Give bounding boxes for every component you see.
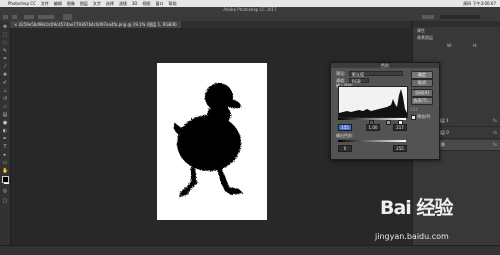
watermark-logo-text: Bai 经验 bbox=[380, 197, 453, 219]
marquee-tool-icon[interactable]: ⬚ bbox=[2, 33, 8, 38]
output-white-field[interactable]: 255 bbox=[393, 145, 407, 152]
eyedropper-group: ⁄⁄⁄ bbox=[411, 107, 433, 112]
ok-button[interactable]: 确定 bbox=[411, 71, 433, 79]
input-gamma-field[interactable]: 1.00 bbox=[366, 124, 380, 131]
document-tab[interactable]: × 4259e5bd98c0c09c4574ae779367b4c0d97ea4… bbox=[10, 21, 181, 28]
menu-item-file[interactable]: 文件 bbox=[41, 0, 49, 7]
baidu-jingyan-watermark-logo: Bai 经验 bbox=[380, 196, 470, 226]
quick-mask-icon[interactable]: ◎ bbox=[2, 189, 8, 194]
histogram bbox=[338, 86, 408, 118]
preview-label: 预览(P) bbox=[417, 114, 431, 119]
preset-label: 预设: bbox=[336, 71, 346, 76]
menu-item-image[interactable]: 图像 bbox=[67, 0, 75, 7]
auto-button[interactable]: 自动(A) bbox=[411, 89, 433, 97]
properties-h-label: H: bbox=[473, 43, 478, 48]
preview-checkbox[interactable] bbox=[411, 115, 416, 120]
document-canvas[interactable] bbox=[157, 63, 267, 220]
menu-item-help[interactable]: 帮助 bbox=[169, 0, 177, 7]
move-tool-icon[interactable]: ✥ bbox=[2, 25, 8, 30]
layer-fx-label: fx bbox=[493, 130, 497, 135]
histogram-graph bbox=[339, 89, 407, 117]
path-select-tool-icon[interactable]: ▸ bbox=[2, 153, 8, 158]
properties-w-label: W: bbox=[447, 43, 453, 48]
workspace-switcher[interactable] bbox=[422, 15, 434, 19]
workspace-dropdown[interactable] bbox=[440, 15, 480, 19]
brush-tool-icon[interactable]: ✐ bbox=[2, 81, 8, 86]
menubar-clock: 周四 下午3:00:07 bbox=[463, 1, 496, 6]
output-levels-label: 输出色阶: bbox=[336, 133, 354, 138]
cancel-button[interactable]: 取消 bbox=[411, 79, 433, 87]
input-black-field[interactable]: 155 bbox=[338, 124, 352, 131]
menu-item-edit[interactable]: 编辑 bbox=[54, 0, 62, 7]
crop-tool-icon[interactable]: ⌗ bbox=[2, 57, 8, 62]
input-white-field[interactable]: 217 bbox=[393, 124, 407, 131]
menu-item-app[interactable]: Photoshop CC bbox=[8, 0, 36, 7]
layer-fx-label: fx bbox=[493, 142, 497, 147]
watermark-url: jingyan.baidu.com bbox=[375, 232, 449, 241]
hand-tool-icon[interactable]: ✋ bbox=[2, 169, 8, 174]
option-button[interactable] bbox=[63, 14, 72, 20]
lasso-tool-icon[interactable]: ◌ bbox=[2, 41, 8, 46]
gradient-tool-icon[interactable]: ▤ bbox=[2, 113, 8, 118]
option-dropdown[interactable] bbox=[24, 15, 34, 19]
menu-item-select[interactable]: 选择 bbox=[106, 0, 114, 7]
menu-item-type[interactable]: 文字 bbox=[93, 0, 101, 7]
output-gradient-bar bbox=[338, 140, 406, 142]
menu-bar: Photoshop CC 文件 编辑 图像 图层 文字 选择 滤镜 3D 视图 … bbox=[0, 0, 500, 7]
type-tool-icon[interactable]: T bbox=[2, 145, 8, 150]
document-tab-label: 4259e5bd98c0c09c4574ae779367b4c0d97ea4fa… bbox=[18, 22, 177, 27]
levels-dialog: 色阶 预设: 默认值 通道: RGB 输入色阶: 155 1.00 217 输出… bbox=[330, 62, 440, 160]
shape-tool-icon[interactable]: ▭ bbox=[2, 161, 8, 166]
quick-select-tool-icon[interactable]: ✎ bbox=[2, 49, 8, 54]
options-button[interactable]: 选项(T)... bbox=[411, 97, 433, 105]
preset-select[interactable]: 默认值 bbox=[349, 71, 403, 77]
layer-fx-label: fx bbox=[493, 118, 497, 123]
option-dropdown[interactable] bbox=[38, 15, 54, 19]
menu-item-layer[interactable]: 图层 bbox=[80, 0, 88, 7]
foreground-color-swatch[interactable] bbox=[2, 176, 9, 183]
panel-header bbox=[413, 21, 500, 27]
output-black-field[interactable]: 0 bbox=[338, 145, 352, 152]
dodge-tool-icon[interactable]: ◐ bbox=[2, 129, 8, 134]
blur-tool-icon[interactable]: ● bbox=[2, 121, 8, 126]
clone-stamp-tool-icon[interactable]: ⊥ bbox=[2, 89, 8, 94]
properties-subtitle: 像素图层 bbox=[417, 35, 433, 40]
history-brush-tool-icon[interactable]: ↺ bbox=[2, 97, 8, 102]
tool-preset-icon[interactable] bbox=[12, 15, 17, 19]
input-gamma-slider[interactable] bbox=[386, 120, 391, 125]
dialog-title: 色阶 bbox=[331, 63, 439, 68]
home-icon[interactable] bbox=[3, 15, 8, 19]
eyedropper-tool-icon[interactable]: ⁄ bbox=[2, 65, 8, 70]
document-tab-bar: × 4259e5bd98c0c09c4574ae779367b4c0d97ea4… bbox=[10, 21, 410, 28]
pen-tool-icon[interactable]: ✒ bbox=[2, 137, 8, 142]
menu-item-view[interactable]: 视图 bbox=[143, 0, 151, 7]
properties-title: 属性 bbox=[417, 28, 425, 33]
screen-mode-icon[interactable]: ▢ bbox=[2, 199, 8, 204]
menu-item-window[interactable]: 窗口 bbox=[156, 0, 164, 7]
duckling-silhouette bbox=[173, 83, 243, 197]
menu-item-3d[interactable]: 3D bbox=[132, 0, 138, 7]
healing-brush-tool-icon[interactable]: ✚ bbox=[2, 73, 8, 78]
eraser-tool-icon[interactable]: ▱ bbox=[2, 105, 8, 110]
menu-item-filter[interactable]: 滤镜 bbox=[119, 0, 127, 7]
tools-panel: ✥ ⬚ ◌ ✎ ⌗ ⁄ ✚ ✐ ⊥ ↺ ▱ ▤ ● ◐ ✒ T ▸ ▭ ✋ ◎ … bbox=[0, 21, 11, 245]
white-eyedropper-icon[interactable]: ⁄ bbox=[416, 107, 419, 112]
